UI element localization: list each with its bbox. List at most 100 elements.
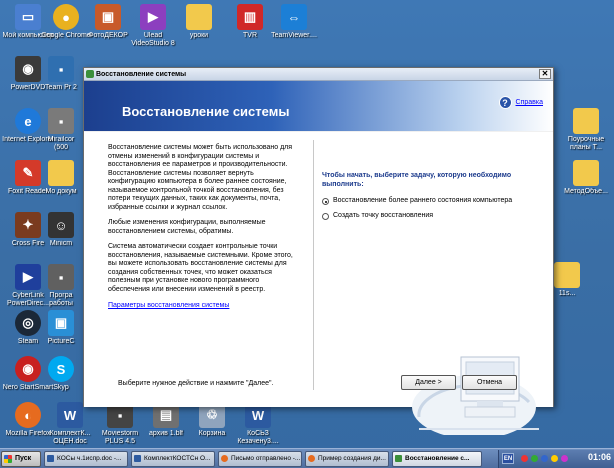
taskbar-item-system-restore[interactable]: Восстановление с... xyxy=(392,451,482,467)
desktop-icon-teamviewer[interactable]: ⇔ TeamViewer.... xyxy=(268,4,320,40)
word-document-icon: W xyxy=(57,402,83,428)
tray-app-icon[interactable] xyxy=(551,455,558,462)
firefox-icon: ◐ xyxy=(15,402,41,428)
word-document-icon xyxy=(47,455,54,462)
desktop-icon-moviestorm[interactable]: ▪ Moviestorm PLUS 4.5 xyxy=(94,402,146,446)
tray-app-icon[interactable] xyxy=(521,455,528,462)
desktop-icon-pourochnye[interactable]: Поурочные планы Т... xyxy=(560,108,612,152)
taskbar: Пуск КОСы ч.1испр.doc -... КомплектКОСТС… xyxy=(0,448,614,468)
description-paragraph: Любые изменения конфигурации, выполняемы… xyxy=(108,219,266,235)
radio-create-restore-point[interactable] xyxy=(322,213,329,220)
chrome-icon: ● xyxy=(53,4,79,30)
desktop-icon-uroki[interactable]: уроки xyxy=(173,4,225,40)
taskbar-item[interactable]: КомплектКОСТСн О... xyxy=(131,451,215,467)
system-restore-icon xyxy=(395,455,402,462)
steam-icon: ◎ xyxy=(15,310,41,336)
help-icon[interactable]: ? xyxy=(498,96,512,109)
folder-icon xyxy=(186,4,212,30)
taskbar-item-label: КОСы ч.1испр.doc -... xyxy=(57,455,122,462)
taskbar-item[interactable]: КОСы ч.1испр.doc -... xyxy=(44,451,128,467)
close-icon: ✕ xyxy=(541,69,549,78)
radio-restore-earlier-state[interactable] xyxy=(322,198,329,205)
option-restore-earlier-state[interactable]: Восстановление более раннего состояния к… xyxy=(322,197,542,205)
cancel-button[interactable]: Отмена xyxy=(462,375,517,390)
dialog-titlebar[interactable]: Восстановление системы ✕ xyxy=(84,68,553,81)
taskbar-item[interactable]: Письмо отправлено -... xyxy=(218,451,302,467)
photo-icon: ▣ xyxy=(95,4,121,30)
system-restore-icon xyxy=(86,70,94,78)
desktop-icon-miralcor[interactable]: ▪ Mirailcor (500 xyxy=(40,108,82,152)
taskbar-item-label: КомплектКОСТСн О... xyxy=(144,455,211,462)
option-create-restore-point[interactable]: Создать точку восстановления xyxy=(322,212,542,220)
nero-icon: ◉ xyxy=(15,356,41,382)
video-icon: ▶ xyxy=(140,4,166,30)
pane-divider xyxy=(313,140,314,390)
task-prompt: Чтобы начать, выберите задачу, которую н… xyxy=(322,172,512,188)
desktop-icon-skype[interactable]: S Skyp xyxy=(40,356,82,392)
skype-icon: S xyxy=(48,356,74,382)
language-indicator[interactable]: EN xyxy=(502,453,514,464)
pdf-icon: ✎ xyxy=(15,160,41,186)
app-icon: ☺ xyxy=(48,212,74,238)
tray-network-icon[interactable] xyxy=(531,455,538,462)
desktop-icon-11s[interactable]: 11s... xyxy=(552,262,582,298)
clock[interactable]: 01:06 xyxy=(588,452,611,462)
folder-icon xyxy=(573,160,599,186)
desktop-icon-picturec[interactable]: ▣ PictureC xyxy=(40,310,82,346)
taskbar-item-label: Пример создания ди... xyxy=(318,455,386,462)
dialog-title: Восстановление системы xyxy=(96,71,187,78)
dialog-content: Восстановление системы может быть исполь… xyxy=(84,132,553,435)
picture-icon: ▣ xyxy=(48,310,74,336)
tvr-icon: ▥ xyxy=(237,4,263,30)
header-title: Восстановление системы xyxy=(122,104,290,119)
taskbar-item-label: Восстановление с... xyxy=(405,455,470,462)
description-paragraph: Система автоматически создает контрольны… xyxy=(108,243,293,293)
desktop-icon-ulead[interactable]: ▶ Ulead VideoStudio 8 xyxy=(127,4,179,48)
system-tray: EN 01:06 xyxy=(498,450,614,468)
firefox-icon xyxy=(308,455,315,462)
start-button[interactable]: Пуск xyxy=(1,451,41,467)
app-icon: ▪ xyxy=(48,264,74,290)
video-icon: ▶ xyxy=(15,264,41,290)
desktop-icon-kosz-doc[interactable]: W КоСЬЗ Кезачену3.... xyxy=(232,402,284,446)
ie-icon: e xyxy=(15,108,41,134)
tray-app-icon[interactable] xyxy=(561,455,568,462)
computer-clock-illustration xyxy=(412,356,539,435)
option-label: Восстановление более раннего состояния к… xyxy=(333,197,513,204)
desktop-icon-komplekt-doc[interactable]: W КомплектК... ОЦЕН.doc xyxy=(44,402,96,446)
game-icon: ✦ xyxy=(15,212,41,238)
app-icon: ▪ xyxy=(48,108,74,134)
desktop-icon-minicm[interactable]: ☺ Minicm xyxy=(40,212,82,248)
teamviewer-icon: ⇔ xyxy=(281,4,307,30)
app-icon: ▪ xyxy=(48,56,74,82)
start-label: Пуск xyxy=(15,455,32,462)
folder-icon xyxy=(48,160,74,186)
desktop-icon-my-documents[interactable]: Мо докум xyxy=(40,160,82,196)
taskbar-item-label: Письмо отправлено -... xyxy=(231,455,301,462)
help-link-group[interactable]: ? Справка xyxy=(498,96,543,109)
windows-logo-icon xyxy=(4,455,12,463)
desktop-icon-metodobje[interactable]: МетодОбъе... xyxy=(560,160,612,196)
system-restore-dialog: Восстановление системы ✕ Восстановление … xyxy=(83,67,554,435)
tray-icons xyxy=(521,455,568,462)
task-selection-pane: Чтобы начать, выберите задачу, которую н… xyxy=(322,172,542,227)
firefox-icon xyxy=(221,455,228,462)
footer-instruction: Выберите нужное действие и нажмите "Дале… xyxy=(118,380,274,387)
dialog-header: Восстановление системы ? Справка xyxy=(84,81,553,131)
dvd-icon: ◉ xyxy=(15,56,41,82)
desktop-icon-team-pr[interactable]: ▪ Team Pr 2 xyxy=(40,56,82,92)
computer-icon: ▭ xyxy=(15,4,41,30)
restore-settings-link[interactable]: Параметры восстановления системы xyxy=(108,302,298,311)
word-document-icon xyxy=(134,455,141,462)
tray-app-icon[interactable] xyxy=(541,455,548,462)
description-pane: Восстановление системы может быть исполь… xyxy=(108,144,298,311)
desktop-icon-recycle-bin[interactable]: ♲ Корзина xyxy=(186,402,238,438)
close-button[interactable]: ✕ xyxy=(539,69,551,79)
help-link[interactable]: Справка xyxy=(516,99,543,106)
taskbar-item[interactable]: Пример создания ди... xyxy=(305,451,389,467)
next-button[interactable]: Далее > xyxy=(401,375,456,390)
desktop-icon-programs[interactable]: ▪ Програ работы xyxy=(40,264,82,308)
folder-icon xyxy=(554,262,580,288)
desktop-icon-archive[interactable]: ▤ архив 1.blf xyxy=(140,402,192,438)
option-label: Создать точку восстановления xyxy=(333,212,434,219)
